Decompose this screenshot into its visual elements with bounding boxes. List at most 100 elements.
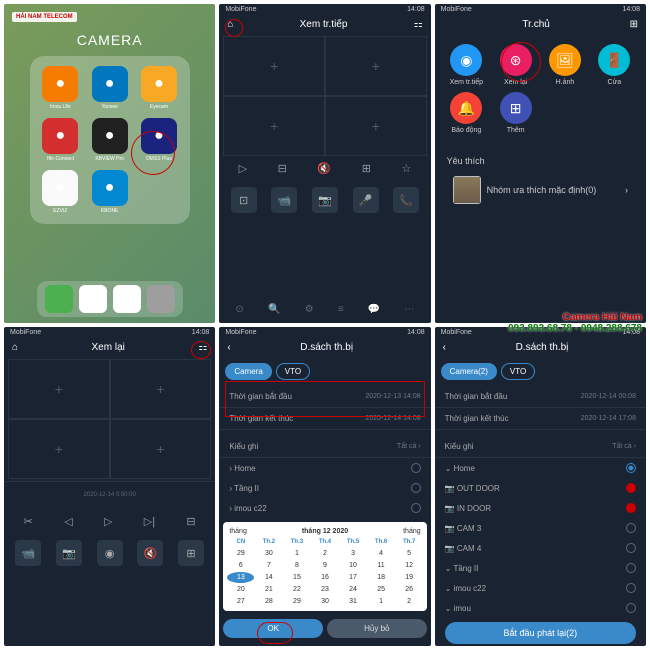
status-bar: MobiFone14:08 <box>4 327 215 338</box>
ctrl-icon[interactable]: ▷ <box>239 162 247 175</box>
nav-icon[interactable]: 💬 <box>368 304 380 315</box>
home-icon[interactable]: ⌂ <box>12 342 18 353</box>
device-row[interactable]: 📷 IN DOOR <box>435 498 646 518</box>
app-Yoosee[interactable]: ●Yoosee <box>89 66 130 110</box>
favorites-section: Yêu thích Nhóm ưa thích mặc định(0)› <box>443 152 638 214</box>
control-row-2: 📹 📷 ◉ 🔇 ⊞ <box>4 532 215 574</box>
camera-grid[interactable]: ++++ <box>8 359 211 479</box>
favorite-item[interactable]: Nhóm ưa thích mặc định(0)› <box>447 170 634 210</box>
header: ‹D.sách th.bị <box>435 338 646 357</box>
ctrl-icon[interactable]: ⊟ <box>278 162 287 175</box>
app-EZVIZ[interactable]: ●EZVIZ <box>40 170 81 214</box>
ctrl-icon[interactable]: ▷ <box>104 515 112 528</box>
app-KBONE[interactable]: ●KBONE <box>89 170 130 214</box>
header: Tr.chủ⊞ <box>435 15 646 34</box>
device-row[interactable]: › Tầng II <box>219 478 430 498</box>
control-row-1: ▷ ⊟ 🔇 ⊞ ☆ <box>219 158 430 179</box>
status-bar: MobiFone14:08 <box>219 327 430 338</box>
status-bar: MobiFone14:08 <box>435 4 646 15</box>
ctrl-button[interactable]: 🎤 <box>353 187 379 213</box>
menu-Thêm[interactable]: ⊞Thêm <box>494 92 537 134</box>
app-Eyecam[interactable]: ●Eyecam <box>138 66 179 110</box>
device-row[interactable]: ⌄ Home <box>435 458 646 478</box>
tab-vto[interactable]: VTO <box>501 363 535 380</box>
tab-vto[interactable]: VTO <box>276 363 310 380</box>
ctrl-button[interactable]: 📹 <box>15 540 41 566</box>
nav-icon[interactable]: ⚙ <box>305 304 314 315</box>
calendar[interactable]: thángtháng 12 2020tháng CNTh.2Th.3Th.4Th… <box>223 522 426 611</box>
watermark: Camera Hải Nam 093.893.68.78 - 0948.288.… <box>508 312 642 334</box>
back-icon[interactable]: ‹ <box>443 342 446 353</box>
ctrl-icon[interactable]: ▷| <box>144 515 155 528</box>
page-title: D.sách th.bị <box>300 342 353 353</box>
start-playback-button[interactable]: Bắt đầu phát lại(2) <box>445 622 636 644</box>
highlight-circle <box>257 622 293 644</box>
screenshot-ios-apps: HẢI NAM TELECOM CAMERA ●Imou Life●Yoosee… <box>4 4 215 323</box>
device-row[interactable]: 📷 OUT DOOR <box>435 478 646 498</box>
ctrl-button[interactable]: 📷 <box>312 187 338 213</box>
dock-app[interactable] <box>79 285 107 313</box>
ctrl-button[interactable]: 🔇 <box>137 540 163 566</box>
ctrl-button[interactable]: 📷 <box>56 540 82 566</box>
ctrl-icon[interactable]: ⊟ <box>186 515 195 528</box>
ctrl-button[interactable]: 📹 <box>271 187 297 213</box>
ctrl-button[interactable]: ⊞ <box>178 540 204 566</box>
app-Hik-Connect[interactable]: ●Hik-Connect <box>40 118 81 162</box>
device-row[interactable]: 📷 CAM 4 <box>435 538 646 558</box>
ctrl-button[interactable]: ◉ <box>97 540 123 566</box>
tab-camera[interactable]: Camera <box>225 363 271 380</box>
screenshot-device-list-sel: MobiFone14:08 ‹D.sách th.bị Camera(2)VTO… <box>435 327 646 646</box>
control-row-1: ✂ ◁ ▷ ▷| ⊟ <box>4 511 215 532</box>
ctrl-button[interactable]: 📞 <box>393 187 419 213</box>
device-row[interactable]: 📷 CAM 3 <box>435 518 646 538</box>
header: ‹ D.sách th.bị <box>219 338 430 357</box>
device-list: › Home› Tầng II› imou c22 <box>219 458 430 518</box>
back-icon[interactable]: ‹ <box>227 342 230 353</box>
ctrl-icon[interactable]: ⊞ <box>362 162 371 175</box>
menu-Báo động[interactable]: 🔔Báo động <box>445 92 488 134</box>
favorites-label: Yêu thích <box>447 156 634 166</box>
ctrl-icon[interactable]: 🔇 <box>317 162 331 175</box>
highlight-circle <box>225 19 243 37</box>
device-list: ⌄ Home📷 OUT DOOR📷 IN DOOR📷 CAM 3📷 CAM 4⌄… <box>435 458 646 618</box>
rectype-row[interactable]: Kiểu ghiTất cả › <box>435 436 646 458</box>
device-row[interactable]: ⌄ Tầng II <box>435 558 646 578</box>
device-row[interactable]: ⌄ imou <box>435 598 646 618</box>
camera-grid[interactable]: ++++ <box>223 36 426 156</box>
menu-Xem tr.tiếp[interactable]: ◉Xem tr.tiếp <box>445 44 488 86</box>
menu-Cửa[interactable]: 🚪Cửa <box>593 44 636 86</box>
page-title: Tr.chủ <box>522 19 549 30</box>
screenshot-liveview: MobiFone14:08 ⌂ Xem tr.tiếp ⚏ ++++ ▷⊟🔇⊞☆… <box>219 4 430 323</box>
dock-app[interactable] <box>113 285 141 313</box>
menu-H.ảnh[interactable]: 🖼H.ảnh <box>543 44 586 86</box>
app-KBVIEW Pro[interactable]: ●KBVIEW Pro <box>89 118 130 162</box>
page-title: Xem lại <box>92 342 125 353</box>
dock-app[interactable] <box>147 285 175 313</box>
nav-icon[interactable]: 🔍 <box>268 304 280 315</box>
app-Imou Life[interactable]: ●Imou Life <box>40 66 81 110</box>
end-time-row[interactable]: Thời gian kết thúc2020-12-14 17:08 <box>435 408 646 430</box>
dock-app[interactable] <box>45 285 73 313</box>
start-time-row[interactable]: Thời gian bắt đầu2020-12-14 00:08 <box>435 386 646 408</box>
nav-icon[interactable]: ⊙ <box>235 304 243 315</box>
timeline[interactable]: 2020-12-14 0:50:00 <box>4 481 215 511</box>
ctrl-icon[interactable]: ☆ <box>401 162 411 175</box>
device-row[interactable]: › Home <box>219 458 430 478</box>
ctrl-button[interactable]: ⊡ <box>231 187 257 213</box>
stream-icon[interactable]: ⚏ <box>414 19 423 30</box>
nav-icon[interactable]: ⋯ <box>405 304 415 315</box>
bottom-nav: ⊙ 🔍 ⚙ ≡ 💬 ⋯ <box>219 300 430 319</box>
device-row[interactable]: ⌄ imou c22 <box>435 578 646 598</box>
brand-logo: HẢI NAM TELECOM <box>12 12 77 22</box>
ctrl-icon[interactable]: ✂ <box>24 515 33 528</box>
tabs: Camera(2)VTO <box>435 357 646 386</box>
header: ⌂ Xem tr.tiếp ⚏ <box>219 15 430 34</box>
rectype-row[interactable]: Kiểu ghiTất cả › <box>219 436 430 458</box>
cancel-button[interactable]: Hủy bỏ <box>327 619 427 638</box>
tab-camera[interactable]: Camera(2) <box>441 363 497 380</box>
device-row[interactable]: › imou c22 <box>219 498 430 518</box>
ctrl-icon[interactable]: ◁ <box>64 515 72 528</box>
highlight-circle <box>501 42 541 82</box>
nav-icon[interactable]: ≡ <box>338 304 344 315</box>
highlight-box <box>225 381 424 417</box>
